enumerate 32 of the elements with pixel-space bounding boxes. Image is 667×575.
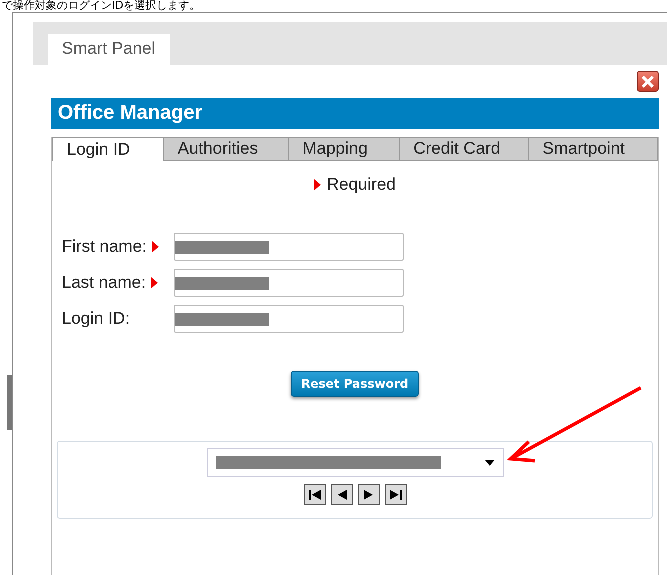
pager-button[interactable] xyxy=(358,484,380,505)
input-field[interactable] xyxy=(174,233,404,261)
pager-button[interactable] xyxy=(384,484,406,505)
login-dropdown[interactable] xyxy=(206,448,504,477)
required-marker-icon xyxy=(152,241,160,253)
required-marker-icon xyxy=(151,277,158,289)
panel-tab[interactable]: Smart Panel xyxy=(48,34,170,65)
input-field[interactable] xyxy=(174,305,404,333)
required-note: Required xyxy=(327,175,396,195)
pager-button[interactable] xyxy=(304,484,326,505)
required-marker-icon xyxy=(314,179,321,191)
tab[interactable]: Mapping xyxy=(288,137,400,161)
caret-icon xyxy=(484,460,494,466)
tab[interactable]: Authorities xyxy=(164,137,289,161)
last-icon xyxy=(388,488,402,500)
input-field[interactable] xyxy=(174,269,404,297)
caption-text: で操作対象のログインIDを選択します。 xyxy=(1,0,202,12)
tab[interactable]: Smartpoint xyxy=(528,137,658,161)
tab[interactable]: Credit Card xyxy=(400,137,529,161)
scrollbar-thumb[interactable] xyxy=(7,375,12,430)
close-button[interactable] xyxy=(637,71,659,92)
next-icon xyxy=(364,488,374,500)
close-icon xyxy=(642,76,654,88)
pager-button[interactable] xyxy=(330,484,352,505)
field-label: Last name: xyxy=(62,273,146,293)
tab[interactable]: Login ID xyxy=(52,137,164,161)
field-label: Login ID: xyxy=(62,309,130,329)
first-icon xyxy=(308,488,322,500)
field-label: First name: xyxy=(62,237,148,257)
reset-password-button[interactable]: Reset Password xyxy=(291,371,419,397)
previous-icon xyxy=(336,488,346,500)
panel-title: Office Manager xyxy=(51,98,659,129)
